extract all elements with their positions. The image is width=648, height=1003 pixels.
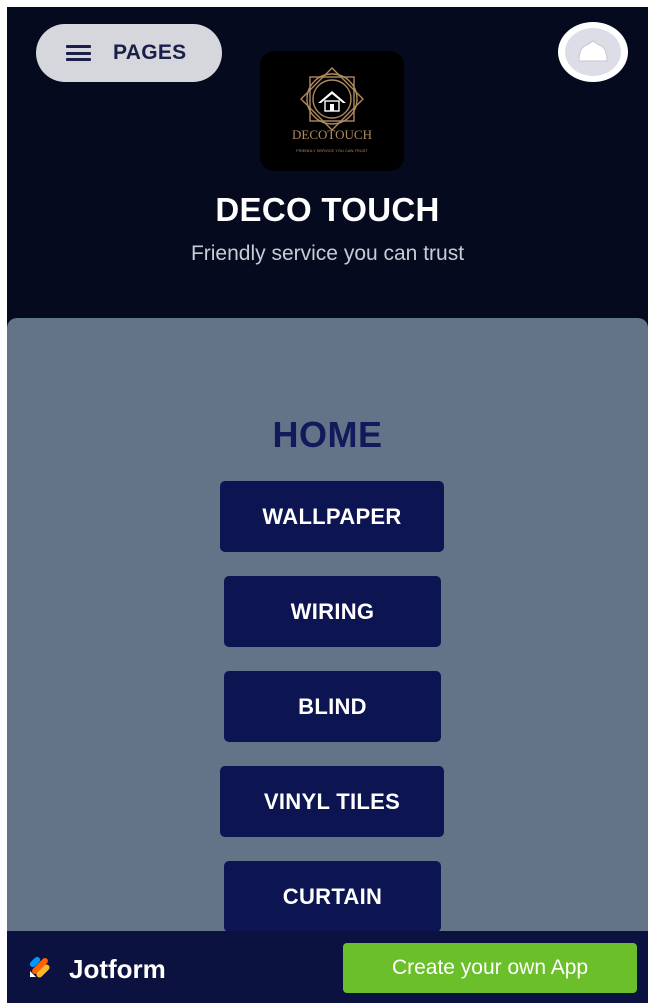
create-app-button[interactable]: Create your own App [343,943,637,993]
app-subtitle: Friendly service you can trust [190,242,465,265]
jotform-brand-text: Jotform [69,954,166,984]
footer-bar: Jotform Create your own App [7,931,648,1003]
jotform-brand-link[interactable]: Jotform [27,953,166,986]
vinyl-tiles-button[interactable]: VINYL TILES [220,766,444,837]
user-avatar[interactable] [558,22,628,82]
jotform-logo-icon [27,953,55,986]
pages-menu-button[interactable]: PAGES [36,24,222,82]
blind-button[interactable]: BLIND [224,671,441,742]
logo-brand-text: DECOTOUCH [292,127,372,142]
app-frame: PAGES DECOTOUCH FRIENDLY SERVICE YOU CAN… [7,7,648,1003]
user-avatar-icon [565,28,621,76]
wallpaper-button[interactable]: WALLPAPER [220,481,444,552]
wiring-button[interactable]: WIRING [224,576,441,647]
hamburger-icon [66,45,91,61]
page-heading: HOME [272,414,383,455]
logo-tagline-text: FRIENDLY SERVICE YOU CAN TRUST [296,148,368,153]
pages-menu-label: PAGES [113,41,187,64]
brand-logo: DECOTOUCH FRIENDLY SERVICE YOU CAN TRUST [260,51,404,171]
main-panel: HOME WALLPAPER WIRING BLIND VINYL TILES … [7,318,648,948]
app-title: DECO TOUCH [215,191,440,228]
curtain-button[interactable]: CURTAIN [224,861,441,932]
